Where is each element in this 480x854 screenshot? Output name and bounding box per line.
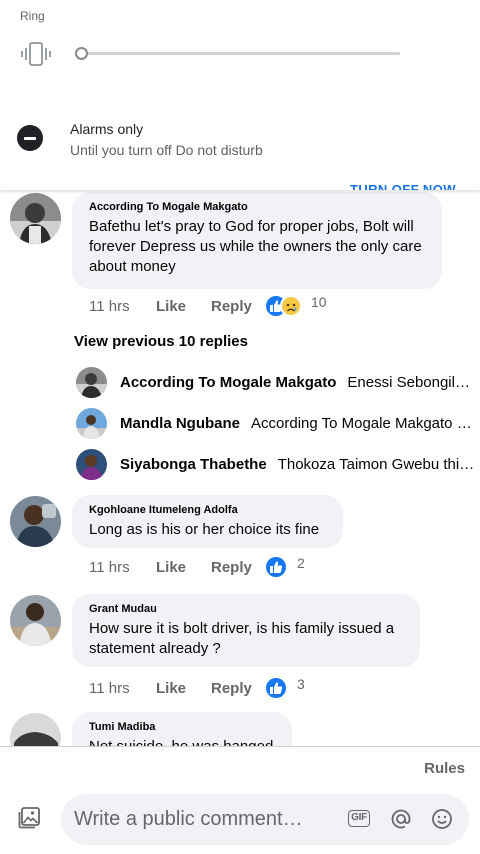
comment-bubble[interactable]: Grant Mudau How sure it is bolt driver, … (72, 594, 420, 667)
comment-timestamp[interactable]: 11 hrs (89, 298, 156, 315)
comment-actions: 11 hrs Like Reply 10 (89, 294, 327, 318)
reply-preview-text: According To Mogale Makgato how do you k… (251, 414, 476, 432)
comment-author[interactable]: Grant Mudau (89, 603, 403, 615)
comment-text: Long as is his or her choice its fine (89, 521, 320, 538)
reactions-summary[interactable]: 10 (264, 294, 327, 318)
comment-composer-bar: Rules GIF (0, 746, 480, 854)
comment-author[interactable]: Kgohloane Itumeleng Adolfa (89, 504, 326, 516)
avatar[interactable] (76, 366, 107, 398)
reaction-count: 3 (297, 676, 305, 692)
comment-bubble[interactable]: Kgohloane Itumeleng Adolfa Long as is hi… (72, 495, 343, 548)
reply-preview-text: Thokoza Taimon Gwebu this is so sad (277, 455, 476, 473)
comment-bubble[interactable]: According To Mogale Makgato Bafethu let'… (72, 192, 442, 289)
reply-button[interactable]: Reply (211, 559, 263, 576)
do-not-disturb-icon[interactable] (17, 125, 43, 151)
reply-preview-row[interactable]: According To Mogale Makgato Enessi Sebon… (76, 365, 476, 399)
comment-text: How sure it is bolt driver, is his famil… (89, 620, 395, 657)
comment-author[interactable]: According To Mogale Makgato (89, 201, 425, 213)
ring-label: Ring (20, 9, 45, 23)
dnd-mode-subtitle: Until you turn off Do not disturb (70, 142, 263, 158)
avatar[interactable] (10, 595, 61, 646)
thumbs-up-icon (264, 676, 288, 700)
avatar[interactable] (10, 496, 61, 547)
reply-preview-row[interactable]: Mandla Ngubane According To Mogale Makga… (76, 406, 476, 440)
comment-input[interactable] (74, 794, 324, 845)
reply-author[interactable]: Siyabonga Thabethe (120, 456, 267, 473)
gif-label: GIF (348, 810, 370, 827)
reply-author[interactable]: According To Mogale Makgato (120, 374, 336, 391)
like-button[interactable]: Like (156, 298, 211, 315)
reactions-summary[interactable]: 3 (264, 676, 305, 700)
avatar[interactable] (10, 193, 61, 244)
comment-text: Bafethu let's pray to God for proper job… (89, 218, 422, 275)
reply-button[interactable]: Reply (211, 680, 263, 697)
photo-icon[interactable] (17, 806, 41, 830)
reply-preview-text: Enessi Sebongile Majozi and his family (347, 373, 476, 391)
thumbs-up-icon (264, 555, 288, 579)
screen: Ring Alarms only Until you turn off Do n… (0, 0, 480, 854)
reaction-count: 2 (297, 555, 305, 571)
reaction-count: 10 (311, 294, 327, 310)
like-button[interactable]: Like (156, 680, 211, 697)
comment-author[interactable]: Tumi Madiba (89, 721, 275, 733)
avatar[interactable] (76, 448, 107, 480)
comment-actions: 11 hrs Like Reply 3 (89, 676, 305, 700)
reply-author[interactable]: Mandla Ngubane (120, 415, 240, 432)
ring-volume-slider[interactable] (80, 52, 400, 55)
gif-icon[interactable]: GIF (348, 807, 372, 831)
view-previous-replies-link[interactable]: View previous 10 replies (74, 333, 248, 350)
rules-link[interactable]: Rules (424, 760, 465, 777)
comment-composer[interactable]: GIF (61, 794, 469, 845)
comment-timestamp[interactable]: 11 hrs (89, 559, 156, 576)
comment-timestamp[interactable]: 11 hrs (89, 680, 156, 697)
reactions-summary[interactable]: 2 (264, 555, 305, 579)
reply-button[interactable]: Reply (211, 298, 263, 315)
avatar[interactable] (76, 407, 107, 439)
sad-face-icon (280, 295, 302, 317)
vibrate-icon[interactable] (20, 40, 52, 68)
reply-preview-row[interactable]: Siyabonga Thabethe Thokoza Taimon Gwebu … (76, 447, 476, 481)
ring-volume-thumb[interactable] (75, 47, 88, 60)
volume-dnd-panel: Ring Alarms only Until you turn off Do n… (0, 0, 480, 190)
turn-off-now-button[interactable]: TURN OFF NOW (350, 183, 456, 190)
dnd-mode-title: Alarms only (70, 121, 144, 137)
emoji-icon[interactable] (430, 807, 454, 831)
comment-actions: 11 hrs Like Reply 2 (89, 555, 305, 579)
mention-icon[interactable] (389, 807, 413, 831)
like-button[interactable]: Like (156, 559, 211, 576)
